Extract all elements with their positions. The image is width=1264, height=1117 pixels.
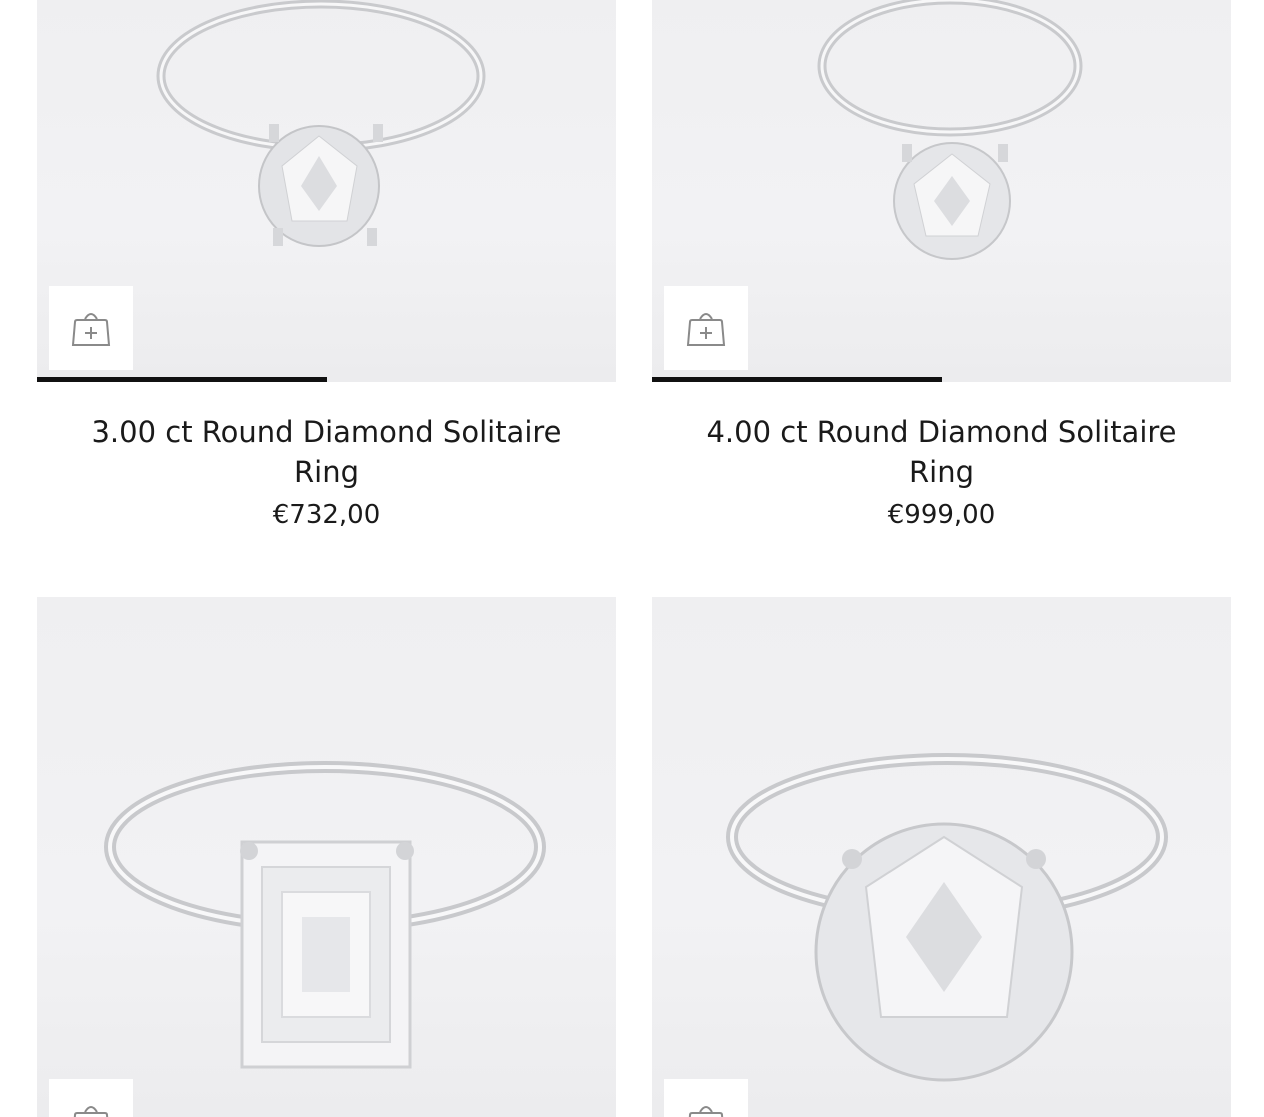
image-progress-bar bbox=[652, 377, 942, 382]
shopping-bag-plus-icon bbox=[73, 1106, 109, 1117]
product-image[interactable] bbox=[37, 0, 616, 382]
add-to-cart-button[interactable] bbox=[664, 286, 748, 370]
product-card[interactable]: 4.00 ct Round Diamond Solitaire Ring €99… bbox=[652, 0, 1231, 530]
add-to-cart-button[interactable] bbox=[49, 286, 133, 370]
shopping-bag-plus-icon bbox=[71, 313, 111, 346]
image-progress-bar bbox=[37, 377, 327, 382]
add-to-cart-button[interactable] bbox=[49, 1079, 133, 1117]
product-image[interactable] bbox=[652, 597, 1231, 1117]
product-title[interactable]: 4.00 ct Round Diamond Solitaire Ring bbox=[652, 412, 1231, 492]
round-solitaire-ring-image bbox=[726, 753, 1168, 1082]
product-price: €999,00 bbox=[887, 500, 996, 530]
shopping-bag-plus-icon bbox=[688, 1106, 724, 1117]
product-image[interactable] bbox=[37, 597, 616, 1117]
product-image[interactable] bbox=[652, 0, 1231, 382]
product-card[interactable] bbox=[652, 597, 1231, 1117]
product-card[interactable]: 3.00 ct Round Diamond Solitaire Ring €73… bbox=[37, 0, 616, 530]
add-to-cart-button[interactable] bbox=[664, 1079, 748, 1117]
product-price: €732,00 bbox=[272, 500, 381, 530]
emerald-cut-solitaire-ring-image bbox=[104, 761, 546, 1069]
product-card[interactable] bbox=[37, 597, 616, 1117]
product-title[interactable]: 3.00 ct Round Diamond Solitaire Ring bbox=[37, 412, 616, 492]
shopping-bag-plus-icon bbox=[686, 313, 726, 346]
